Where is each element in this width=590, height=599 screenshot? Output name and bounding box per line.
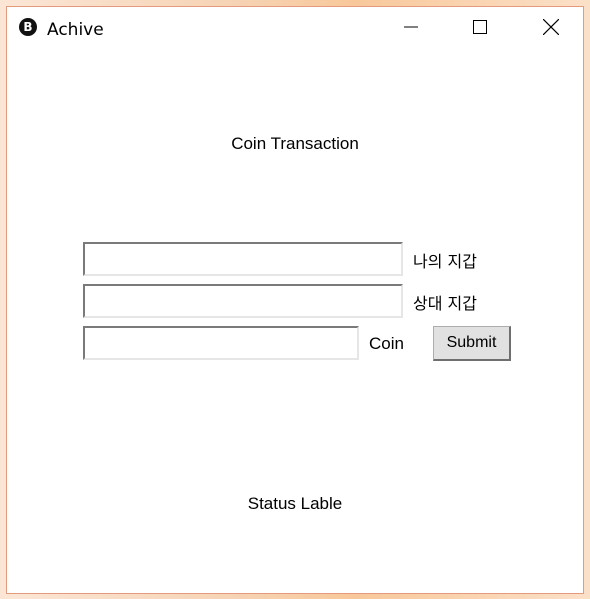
window-title: Achive [47,20,104,40]
app-window: B Achive Coin Transaction 나의 지갑 상대 지갑 Co… [6,6,584,594]
coin-amount-input[interactable] [83,326,359,360]
my-wallet-label: 나의 지갑 [413,252,477,271]
close-button[interactable] [528,7,574,47]
minimize-button[interactable] [388,7,434,47]
page-title: Coin Transaction [231,134,359,153]
minimize-icon [404,26,418,28]
coin-label: Coin [369,334,404,353]
other-wallet-input[interactable] [83,284,403,318]
my-wallet-input[interactable] [83,242,403,276]
bitcoin-icon: B [19,18,37,36]
submit-button[interactable]: Submit [433,326,511,361]
maximize-button[interactable] [457,7,503,47]
title-bar[interactable]: B Achive [7,7,583,51]
status-label: Status Lable [247,494,343,513]
other-wallet-label: 상대 지갑 [413,294,477,313]
close-icon [543,19,559,35]
maximize-icon [473,20,487,34]
